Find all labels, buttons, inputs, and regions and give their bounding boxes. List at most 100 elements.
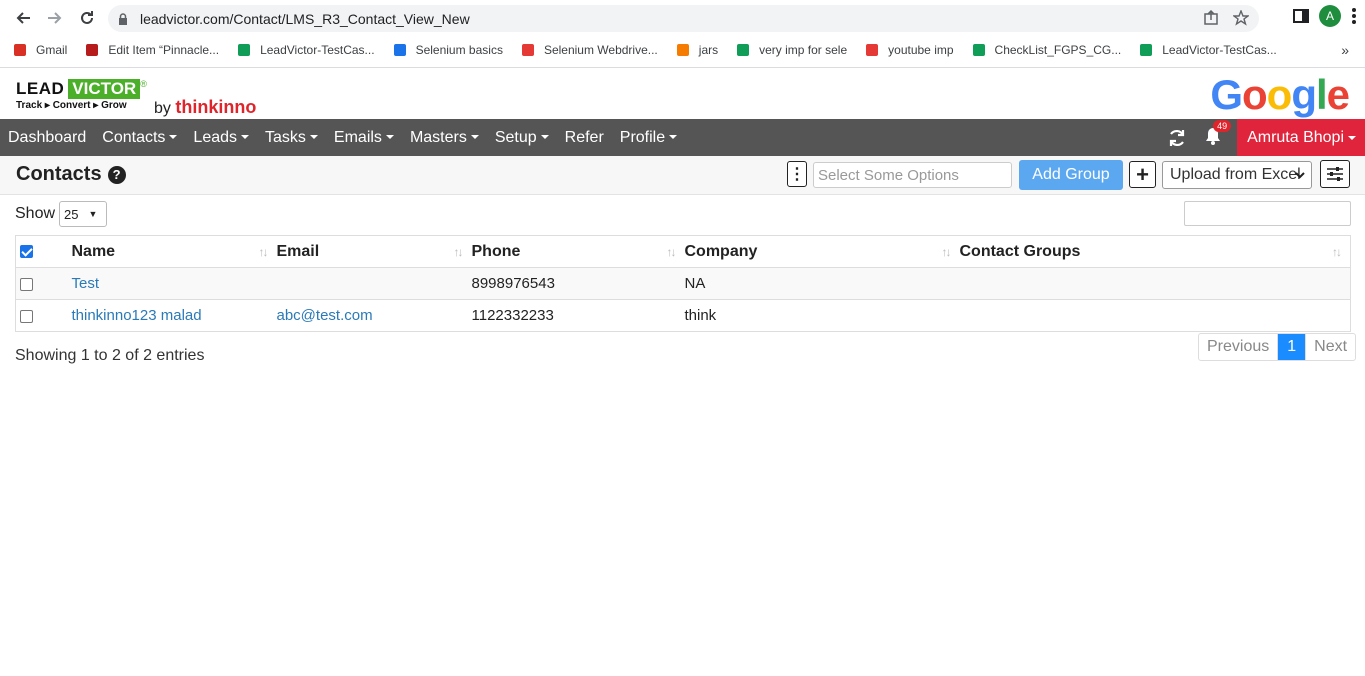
- back-button[interactable]: [8, 3, 38, 33]
- show-label: Show: [15, 205, 56, 222]
- bookmarks-overflow-icon[interactable]: »: [1341, 42, 1349, 58]
- contact-groups-cell: [959, 267, 1351, 300]
- bookmark-item[interactable]: Selenium Webdrive...: [520, 42, 658, 58]
- bookmark-label: Selenium Webdrive...: [543, 43, 658, 57]
- nav-item-label: Setup: [494, 128, 537, 146]
- page-length-select[interactable]: 25 ▼: [59, 201, 108, 227]
- notifications-button[interactable]: 49: [1203, 120, 1232, 149]
- contact-email-link[interactable]: abc@test.com: [277, 307, 373, 324]
- bookmark-item[interactable]: very imp for sele: [735, 42, 847, 58]
- app-header: LEAD VICTOR ® Track ▸ Convert ▸ Grow by th…: [0, 69, 1365, 119]
- nav-item-label: Masters: [409, 128, 467, 146]
- bookmark-item[interactable]: Gmail: [12, 42, 67, 58]
- bookmark-item[interactable]: jars: [675, 42, 718, 58]
- dropdown-arrow-icon: ▼: [88, 209, 98, 219]
- bookmark-item[interactable]: Selenium basics: [392, 42, 503, 58]
- bookmark-label: Edit Item “Pinnacle...: [108, 43, 220, 57]
- bookmark-item[interactable]: youtube imp: [864, 42, 954, 58]
- url-text: leadvictor.com/Contact/LMS_R3_Contact_Vi…: [140, 10, 470, 27]
- select-all-cell: [15, 235, 72, 268]
- add-group-button[interactable]: Add Group: [1019, 160, 1123, 190]
- contact-groups-cell: [959, 299, 1351, 332]
- forward-arrow-icon: [48, 12, 62, 24]
- table-search-input[interactable]: [1184, 201, 1351, 226]
- share-icon[interactable]: [1203, 10, 1219, 26]
- contact-name-link[interactable]: thinkinno123 malad: [72, 307, 202, 324]
- column-settings-button[interactable]: [1320, 160, 1350, 188]
- bookmark-label: very imp for sele: [759, 43, 848, 57]
- profile-avatar[interactable]: A: [1319, 5, 1341, 27]
- col-company[interactable]: Company ↑↓: [684, 235, 960, 268]
- google-logo-letter: g: [1291, 71, 1317, 118]
- selenium-webdriver-icon: [520, 42, 536, 58]
- bookmark-item[interactable]: CheckList_FGPS_CG...: [971, 42, 1122, 58]
- nav-item-refer[interactable]: Refer: [557, 129, 612, 147]
- col-phone[interactable]: Phone ↑↓: [471, 235, 685, 268]
- google-logo-letter: l: [1315, 71, 1328, 118]
- address-bar[interactable]: leadvictor.com/Contact/LMS_R3_Contact_Vi…: [108, 5, 1259, 32]
- refresh-icon[interactable]: [1167, 128, 1187, 148]
- next-page-button[interactable]: Next: [1305, 334, 1355, 360]
- bookmark-label: LeadVictor-TestCas...: [1162, 43, 1277, 57]
- caret-down-icon: [1348, 135, 1356, 140]
- sort-icon: ↑↓: [453, 245, 464, 259]
- nav-item-emails[interactable]: Emails: [326, 129, 402, 147]
- forward-button[interactable]: [40, 3, 70, 33]
- sort-icon: ↑↓: [258, 245, 269, 259]
- bookmark-star-icon[interactable]: [1233, 10, 1249, 26]
- page-1-button[interactable]: 1: [1278, 334, 1306, 360]
- sheets-icon: [971, 42, 987, 58]
- help-icon[interactable]: ?: [107, 165, 126, 184]
- nav-item-leads[interactable]: Leads: [185, 129, 257, 147]
- caret-down-icon: [241, 135, 250, 140]
- nav-item-dashboard[interactable]: Dashboard: [0, 129, 94, 147]
- chrome-menu-icon[interactable]: [1351, 7, 1357, 25]
- user-menu-button[interactable]: Amruta Bhopi: [1237, 119, 1365, 156]
- logo-victor-text: VICTOR: [68, 79, 141, 99]
- col-name[interactable]: Name ↑↓: [71, 235, 277, 268]
- back-arrow-icon: [16, 12, 30, 24]
- chevron-down-icon: [1295, 172, 1305, 179]
- bookmark-label: CheckList_FGPS_CG...: [994, 43, 1122, 57]
- table-row: thinkinno123 malad abc@test.com 11223322…: [15, 299, 1351, 332]
- bookmark-item[interactable]: LeadVictor-TestCas...: [1138, 42, 1277, 58]
- reload-icon: [81, 11, 93, 24]
- row-select-cell: [15, 267, 72, 300]
- nav-item-tasks[interactable]: Tasks: [257, 129, 326, 147]
- previous-page-button[interactable]: Previous: [1199, 334, 1279, 360]
- upload-select[interactable]: Upload from Excel: [1162, 161, 1312, 189]
- group-multi-select[interactable]: Select Some Options: [813, 162, 1012, 188]
- nav-item-setup[interactable]: Setup: [487, 129, 557, 147]
- leadvictor-logo[interactable]: LEAD VICTOR ® Track ▸ Convert ▸ Grow: [16, 79, 147, 111]
- col-email[interactable]: Email ↑↓: [276, 235, 472, 268]
- lock-icon: [119, 12, 127, 25]
- bookmark-item[interactable]: Edit Item “Pinnacle...: [84, 42, 219, 58]
- nav-item-profile[interactable]: Profile: [612, 129, 685, 147]
- row-checkbox[interactable]: [20, 309, 33, 323]
- google-logo: Google: [1210, 71, 1350, 119]
- contact-company-cell: NA: [684, 267, 960, 300]
- nav-item-label: Refer: [564, 128, 604, 146]
- contact-name-link[interactable]: Test: [72, 275, 100, 292]
- blogger-icon: [675, 42, 691, 58]
- reload-button[interactable]: [72, 3, 102, 33]
- add-contact-button[interactable]: +: [1129, 161, 1156, 188]
- nav-item-contacts[interactable]: Contacts: [94, 129, 185, 147]
- contact-name-cell: thinkinno123 malad: [71, 299, 277, 332]
- logo-tagline: Track ▸ Convert ▸ Grow: [16, 100, 127, 111]
- col-email-label: Email: [276, 242, 320, 260]
- col-contact-groups[interactable]: Contact Groups ↑↓: [959, 235, 1351, 268]
- nav-item-masters[interactable]: Masters: [402, 129, 487, 147]
- bookmark-item[interactable]: LeadVictor-TestCas...: [236, 42, 375, 58]
- caret-down-icon: [385, 135, 394, 140]
- bookmark-label: Selenium basics: [415, 43, 503, 57]
- page-length-value: 25: [64, 206, 79, 222]
- select-all-checkbox[interactable]: [20, 244, 33, 258]
- row-checkbox[interactable]: [20, 277, 33, 291]
- nav-item-label: Contacts: [102, 128, 166, 146]
- nav-item-label: Leads: [193, 128, 238, 146]
- col-contact-groups-label: Contact Groups: [959, 242, 1081, 260]
- side-panel-icon[interactable]: [1293, 8, 1309, 24]
- bookmark-label: jars: [698, 43, 719, 57]
- more-options-button[interactable]: ⋮: [787, 161, 807, 187]
